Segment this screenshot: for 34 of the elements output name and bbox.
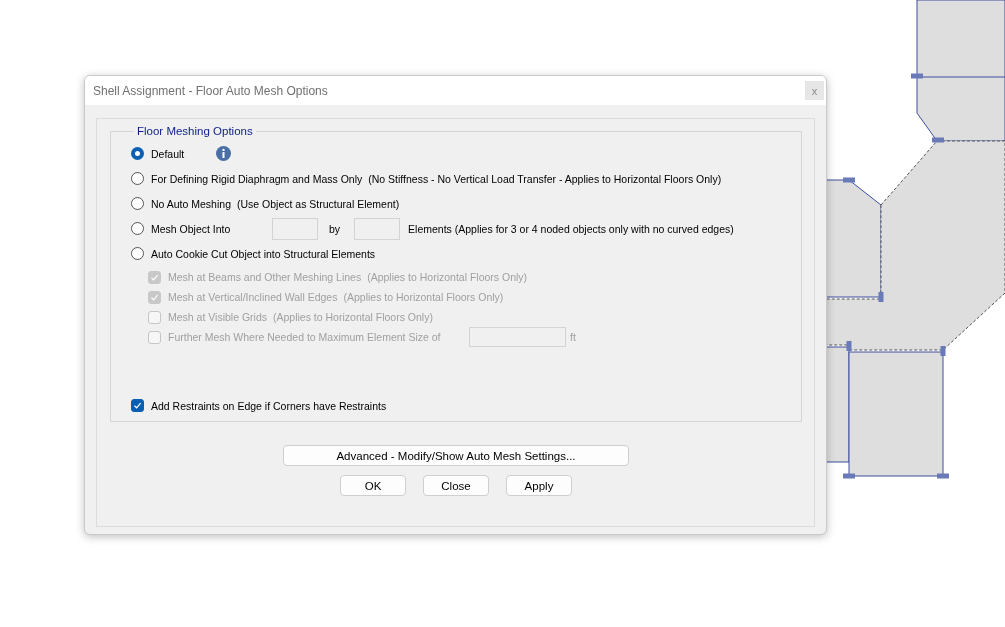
- option-label: Further Mesh Where Needed to Maximum Element Size of: [168, 331, 442, 343]
- option-label: Default: [151, 147, 185, 160]
- divisions-field[interactable]: [272, 217, 318, 240]
- divisions-field[interactable]: [354, 217, 401, 240]
- radio-button[interactable]: [131, 222, 144, 235]
- option-label: No Auto Meshing: [151, 197, 231, 210]
- option-note: Elements (Applies for 3 or 4 noded objects only with no curved edges): [408, 222, 734, 235]
- dialog-button[interactable]: Close: [423, 475, 489, 496]
- option-label: Auto Cookie Cut Object into Structural Elements: [151, 247, 376, 260]
- window-title: Shell Assignment - Floor Auto Mesh Options: [93, 83, 328, 98]
- group-title: Floor Meshing Options: [136, 125, 254, 137]
- radio-button[interactable]: [131, 147, 144, 160]
- option-note: (No Stiffness - No Vertical Load Transfer - Applies to Horizontal Floors Only): [368, 172, 722, 185]
- radio-button[interactable]: [131, 247, 144, 260]
- option-note: (Applies to Horizontal Floors Only): [273, 311, 433, 323]
- advanced-button[interactable]: Advanced - Modify/Show Auto Mesh Settings...: [283, 445, 629, 466]
- option-note: (Applies to Horizontal Floors Only): [367, 271, 528, 283]
- option-label: Mesh Object Into: [151, 222, 232, 235]
- radio-button[interactable]: [131, 197, 144, 210]
- radio-button[interactable]: [131, 172, 144, 185]
- option-label: Mesh at Visible Grids: [168, 311, 267, 323]
- option-label: For Defining Rigid Diaphragm and Mass Only: [151, 172, 363, 185]
- info-icon[interactable]: [216, 146, 232, 161]
- option-label: Mesh at Vertical/Inclined Wall Edges: [168, 291, 338, 303]
- option-label: Add Restraints on Edge if Corners have Restraints: [151, 399, 387, 412]
- check-mark-icon: [133, 401, 142, 410]
- checkbox[interactable]: [131, 399, 144, 412]
- dialog-button[interactable]: OK: [340, 475, 406, 496]
- option-note: (Applies to Horizontal Floors Only): [343, 291, 504, 303]
- joiner-label: by: [329, 222, 341, 235]
- dialog-button[interactable]: Apply: [506, 475, 572, 496]
- option-label: Mesh at Beams and Other Meshing Lines: [168, 271, 362, 283]
- unit-label: ft: [570, 331, 576, 343]
- option-note: (Use Object as Structural Element): [236, 197, 400, 210]
